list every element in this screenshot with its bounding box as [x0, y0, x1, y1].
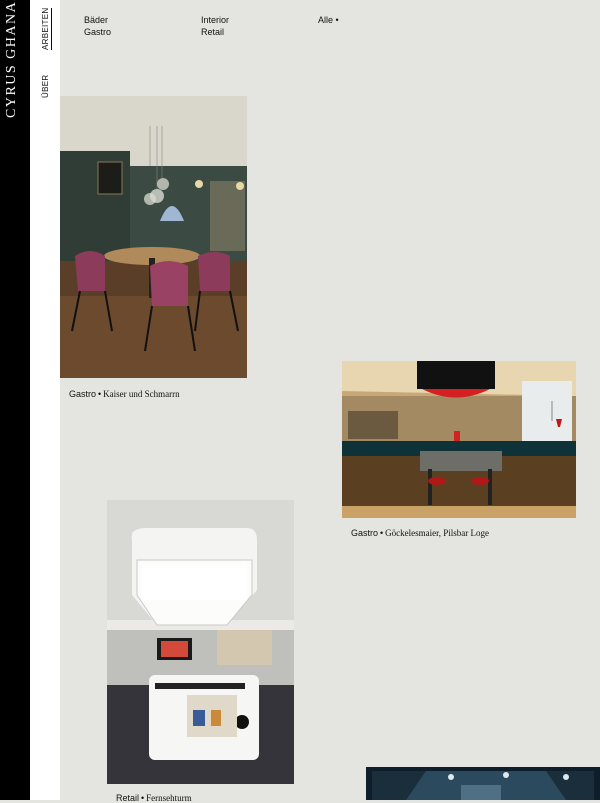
filter-column-2: Interior Retail — [201, 14, 229, 38]
bar-photo — [342, 361, 576, 518]
caption-separator: • — [98, 389, 102, 399]
retail-photo — [107, 500, 294, 784]
project-caption[interactable]: Gastro • Göckelesmaier, Pilsbar Loge — [351, 528, 489, 538]
project-image-kaiser-und-schmarrn[interactable] — [60, 96, 247, 378]
project-title: Kaiser und Schmarrn — [103, 389, 180, 399]
partial-photo — [366, 767, 600, 800]
filter-alle[interactable]: Alle • — [318, 14, 339, 26]
filter-column-1: Bäder Gastro — [84, 14, 111, 38]
nav-uber-link[interactable]: ÜBER — [41, 75, 50, 98]
project-title: Fernsehturm — [146, 793, 192, 803]
project-image-goeckelesmaier[interactable] — [342, 361, 576, 518]
brand-logo[interactable]: CYRUS GHANAI — [4, 0, 20, 118]
nav-arbeiten-link[interactable]: ARBEITEN — [41, 7, 52, 50]
filter-baeder[interactable]: Bäder — [84, 14, 111, 26]
project-category: Gastro — [69, 389, 97, 399]
project-category: Retail — [116, 793, 140, 803]
filter-gastro[interactable]: Gastro — [84, 26, 111, 38]
caption-separator: • — [380, 528, 384, 538]
caption-separator: • — [141, 793, 145, 803]
project-title: Göckelesmaier, Pilsbar Loge — [385, 528, 490, 538]
project-caption[interactable]: Retail • Fernsehturm — [116, 793, 192, 803]
filter-retail[interactable]: Retail — [201, 26, 229, 38]
project-image-fernsehturm[interactable] — [107, 500, 294, 784]
restaurant-photo — [60, 96, 247, 378]
brand-bar — [0, 0, 30, 800]
filter-interior[interactable]: Interior — [201, 14, 229, 26]
filter-column-3: Alle • — [318, 14, 339, 26]
nav-bar — [30, 0, 60, 800]
project-category: Gastro — [351, 528, 379, 538]
project-image-partial[interactable] — [366, 767, 600, 800]
project-caption[interactable]: Gastro • Kaiser und Schmarrn — [69, 389, 180, 399]
